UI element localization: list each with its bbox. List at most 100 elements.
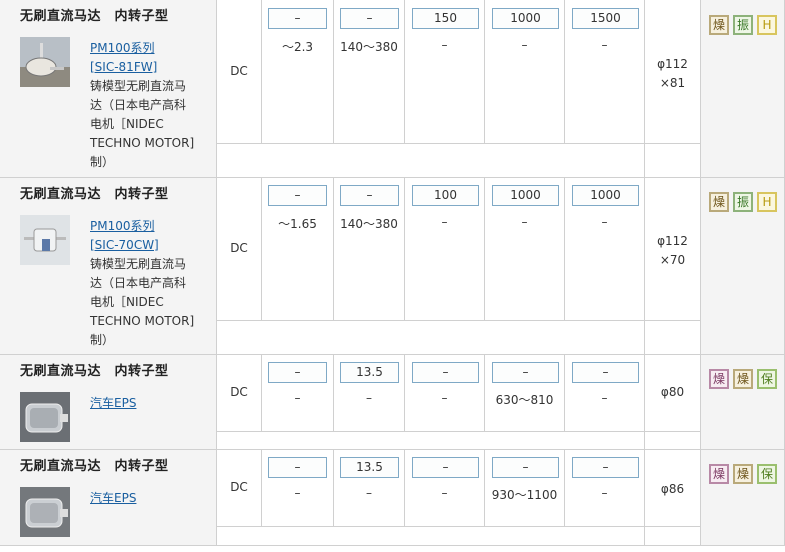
value-box: – [412,362,479,383]
value-box: – [268,185,327,206]
range-value: – [441,486,448,500]
product-type-title: 无刷直流马达 内转子型 [20,364,169,379]
motor-image [20,487,70,537]
vibration-icon: 振 [733,15,753,35]
description-line: 制） [90,155,115,169]
diameter: φ112 [657,234,688,248]
table-row: 无刷直流马达 内转子型 PM100系列 [SIC-70CW] 铸模型无刷直流马 … [0,178,785,355]
range-value: – [366,391,372,405]
motor-image [20,37,70,87]
table-row: 无刷直流马达 内转子型 汽车EPS DC – 13.5 – – – – – – … [0,355,785,450]
range-value: 140～380 [340,217,398,231]
motor-spec-table: 无刷直流马达 内转子型 PM100系列 [SIC-81FW] 铸模型无刷直流马 … [0,0,785,552]
range-value: ～2.3 [281,40,314,54]
product-name-cell: 无刷直流马达 内转子型 汽车EPS [0,450,217,546]
range-value: – [521,215,528,229]
value-box: 1500 [572,8,639,29]
value-box: – [340,185,399,206]
description-line: 铸模型无刷直流马 [90,257,187,271]
value-box: – [492,457,559,478]
description-line: TECHNO MOTOR] [90,314,195,328]
dry-icon: 燥 [709,192,729,212]
dimension-value: φ80 [645,383,700,402]
value-box: – [572,362,639,383]
vibration-icon: 振 [733,192,753,212]
product-link[interactable]: PM100系列 [SIC-70CW] [90,217,159,255]
description-line: 电机［NIDEC [90,117,164,131]
value-box: 150 [412,8,479,29]
length: ×70 [659,253,686,267]
range-value: – [601,391,608,405]
heat-icon: 燥 [709,369,729,389]
dry-icon: 燥 [709,15,729,35]
range-value: 630～810 [495,393,554,407]
description-line: 铸模型无刷直流马 [90,79,187,93]
diameter: φ80 [660,385,685,399]
dry-icon: 燥 [733,369,753,389]
value-box: 1000 [492,185,559,206]
range-value: – [294,486,301,500]
product-type-title: 无刷直流马达 内转子型 [20,187,169,202]
motor-image [20,215,70,265]
range-value: – [441,38,448,52]
diameter: φ86 [660,482,685,496]
value-box: 1000 [492,8,559,29]
table-row: 无刷直流马达 内转子型 PM100系列 [SIC-81FW] 铸模型无刷直流马 … [0,0,785,178]
motor-image [20,392,70,442]
value-box: – [268,457,327,478]
range-value: – [521,38,528,52]
product-link-model[interactable]: [SIC-81FW] [90,58,157,77]
product-link-series[interactable]: PM100系列 [90,217,159,236]
range-value: 930～1100 [491,488,558,502]
description-line: 达（日本电产高科 [90,98,187,112]
product-name-cell: 无刷直流马达 内转子型 PM100系列 [SIC-70CW] 铸模型无刷直流马 … [0,178,217,355]
value-box: 1000 [572,185,639,206]
value-box: – [340,8,399,29]
product-link-series[interactable]: PM100系列 [90,39,157,58]
description-line: 电机［NIDEC [90,295,164,309]
power-type: DC [230,480,248,494]
power-type: DC [230,64,248,78]
product-link[interactable]: 汽车EPS [90,394,136,413]
power-type: DC [230,385,248,399]
value-box: 13.5 [340,457,399,478]
dimension-value: φ112 ×70 [645,232,700,270]
diameter: φ112 [657,57,688,71]
humidity-icon: H [757,15,777,35]
product-name-cell: 无刷直流马达 内转子型 汽车EPS [0,355,217,450]
range-value: – [601,38,608,52]
product-description: 铸模型无刷直流马 达（日本电产高科 电机［NIDEC TECHNO MOTOR]… [90,77,194,172]
product-link[interactable]: PM100系列 [SIC-81FW] [90,39,157,77]
value-box: – [412,457,479,478]
product-name-cell: 无刷直流马达 内转子型 PM100系列 [SIC-81FW] 铸模型无刷直流马 … [0,0,217,178]
range-value: – [601,486,608,500]
range-value: – [366,486,372,500]
value-box: – [268,362,327,383]
table-row: 无刷直流马达 内转子型 汽车EPS DC – 13.5 – – – – – – … [0,450,785,552]
range-value: – [441,215,448,229]
product-type-title: 无刷直流马达 内转子型 [20,9,169,24]
protect-icon: 保 [757,464,777,484]
product-type-title: 无刷直流马达 内转子型 [20,459,169,474]
description-line: TECHNO MOTOR] [90,136,195,150]
description-line: 制） [90,333,115,347]
protect-icon: 保 [757,369,777,389]
value-box: – [268,8,327,29]
range-value: – [294,391,301,405]
dimension-value: φ112 ×81 [645,55,700,93]
humidity-icon: H [757,192,777,212]
product-description: 铸模型无刷直流马 达（日本电产高科 电机［NIDEC TECHNO MOTOR]… [90,255,194,350]
power-type: DC [230,241,248,255]
description-line: 达（日本电产高科 [90,276,187,290]
value-box: 100 [412,185,479,206]
heat-icon: 燥 [709,464,729,484]
range-value: – [601,215,608,229]
value-box: 13.5 [340,362,399,383]
product-link[interactable]: 汽车EPS [90,489,136,508]
product-link-model[interactable]: [SIC-70CW] [90,236,159,255]
range-value: ～1.65 [278,217,317,231]
value-box: – [572,457,639,478]
dimension-value: φ86 [645,480,700,499]
dry-icon: 燥 [733,464,753,484]
range-value: – [441,391,448,405]
